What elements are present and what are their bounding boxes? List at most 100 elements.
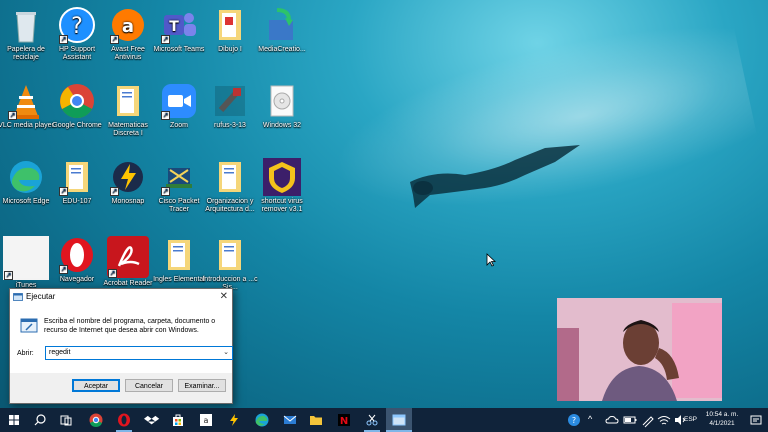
acrobat-icon: ↗ bbox=[107, 236, 149, 278]
media-creation-tool-icon bbox=[263, 6, 301, 44]
taskbar: a N ? ^ ESP 10:54 a. m. 4/1/2021 bbox=[0, 408, 768, 432]
open-command-value: regedit bbox=[49, 349, 71, 356]
question-mark-icon: ? ↗ bbox=[58, 6, 96, 44]
svg-text:a: a bbox=[204, 416, 209, 425]
mail-icon[interactable] bbox=[282, 412, 298, 428]
clock[interactable]: 10:54 a. m. 4/1/2021 bbox=[702, 411, 742, 427]
folder-icon bbox=[160, 236, 198, 274]
folder-icon bbox=[211, 158, 249, 196]
shortcut-arrow-icon: ↗ bbox=[161, 35, 170, 44]
recycle-bin-icon bbox=[7, 6, 45, 44]
shortcut-arrow-icon: ↗ bbox=[4, 271, 13, 280]
desktop-icon-label: Organizacion y Arquitectura d... bbox=[205, 198, 255, 213]
svg-text:a: a bbox=[122, 16, 134, 37]
shortcut-arrow-icon: ↗ bbox=[110, 35, 119, 44]
cisco-packet-tracer-icon: ↗ bbox=[160, 158, 198, 196]
chrome-icon[interactable] bbox=[88, 412, 104, 428]
run-dialog-body: Escriba el nombre del programa, carpeta,… bbox=[10, 305, 233, 373]
run-dialog: Ejecutar ✕ Escriba el nombre del program… bbox=[9, 288, 233, 404]
netflix-icon[interactable]: N bbox=[336, 412, 352, 428]
svg-text:?: ? bbox=[572, 416, 576, 425]
shortcut-arrow-icon: ↗ bbox=[8, 111, 17, 120]
monosnap-icon[interactable] bbox=[226, 412, 242, 428]
battery-icon[interactable] bbox=[622, 412, 638, 428]
folder-icon: ↗ bbox=[58, 158, 96, 196]
rufus-icon bbox=[211, 82, 249, 120]
disc-image-icon bbox=[263, 82, 301, 120]
desktop-icon-organizacion[interactable]: Organizacion y Arquitectura d... bbox=[200, 158, 260, 214]
zoom-icon: ↗ bbox=[160, 82, 198, 120]
run-dialog-title: Ejecutar bbox=[26, 292, 56, 301]
open-command-input[interactable]: regedit ⌄ bbox=[45, 346, 233, 360]
close-icon[interactable]: ✕ bbox=[220, 289, 228, 305]
snipping-tool-icon[interactable] bbox=[364, 412, 380, 428]
desktop-icon-label: Windows 32 bbox=[262, 122, 302, 129]
onedrive-icon[interactable] bbox=[604, 412, 620, 428]
desktop-icon-rufus[interactable]: rufus-3-13 bbox=[200, 82, 260, 130]
opera-icon[interactable] bbox=[116, 412, 132, 428]
diver-silhouette bbox=[410, 145, 580, 208]
microsoft-store-icon[interactable] bbox=[170, 412, 186, 428]
mouse-pointer-icon bbox=[486, 253, 496, 267]
desktop-icon-dibujo[interactable]: Dibujo I bbox=[200, 6, 260, 54]
svg-text:N: N bbox=[340, 416, 348, 427]
edge-icon bbox=[7, 158, 45, 196]
help-icon[interactable]: ? bbox=[566, 412, 582, 428]
shortcut-arrow-icon: ↗ bbox=[161, 111, 170, 120]
shortcut-arrow-icon: ↗ bbox=[59, 35, 68, 44]
desktop-icon-label: MediaCreatio... bbox=[258, 46, 306, 53]
desktop-icon-mediacreation[interactable]: MediaCreatio... bbox=[252, 6, 312, 54]
file-explorer-icon[interactable] bbox=[308, 412, 324, 428]
desktop-icon-label: rufus-3-13 bbox=[214, 122, 246, 129]
run-dialog-titlebar[interactable]: Ejecutar ✕ bbox=[10, 289, 232, 305]
run-app-icon bbox=[13, 293, 23, 301]
shortcut-arrow-icon: ↗ bbox=[161, 187, 170, 196]
avast-icon: a ↗ bbox=[109, 6, 147, 44]
dropbox-icon[interactable] bbox=[144, 412, 160, 428]
teams-icon: T ↗ bbox=[160, 6, 198, 44]
run-app-icon bbox=[392, 414, 406, 426]
clock-date: 4/1/2021 bbox=[709, 420, 735, 427]
windows-start-icon[interactable] bbox=[6, 412, 22, 428]
language-indicator[interactable]: ESP bbox=[684, 416, 697, 423]
task-view-icon[interactable] bbox=[58, 412, 74, 428]
desktop-icon-introduccion[interactable]: Introduccion a ...c Sis... bbox=[200, 236, 260, 292]
webcam-overlay bbox=[557, 298, 722, 401]
edge-icon[interactable] bbox=[254, 412, 270, 428]
open-label: Abrir: bbox=[17, 350, 34, 357]
notifications-icon[interactable] bbox=[748, 412, 764, 428]
svg-text:?: ? bbox=[71, 14, 83, 39]
shortcut-arrow-icon: ↗ bbox=[108, 269, 117, 278]
shortcut-arrow-icon: ↗ bbox=[110, 187, 119, 196]
cancel-button[interactable]: Cancelar bbox=[125, 379, 173, 392]
webcam-person-image bbox=[557, 298, 722, 401]
run-dialog-buttons: Aceptar Cancelar Examinar... bbox=[10, 377, 232, 397]
itunes-icon: ↗ bbox=[3, 236, 49, 280]
chevron-down-icon[interactable]: ⌄ bbox=[223, 347, 229, 359]
svg-text:T: T bbox=[169, 19, 179, 35]
desktop-icon-label: shortcut virus remover v3.1 bbox=[261, 198, 303, 213]
shortcut-arrow-icon: ↗ bbox=[59, 265, 68, 274]
wifi-icon[interactable] bbox=[656, 412, 672, 428]
shortcut-arrow-icon: ↗ bbox=[59, 187, 68, 196]
opera-icon: ↗ bbox=[58, 236, 96, 274]
shield-icon bbox=[263, 158, 301, 196]
folder-icon bbox=[109, 82, 147, 120]
vlc-cone-icon: ↗ bbox=[7, 82, 45, 120]
browse-button[interactable]: Examinar... bbox=[178, 379, 226, 392]
run-program-icon bbox=[20, 318, 38, 333]
amazon-icon[interactable]: a bbox=[198, 412, 214, 428]
desktop-icon-label: Dibujo I bbox=[218, 46, 242, 53]
desktop-icon-shortcut-virus-remover[interactable]: shortcut virus remover v3.1 bbox=[252, 158, 312, 214]
desktop-icon-windows32[interactable]: Windows 32 bbox=[252, 82, 312, 130]
folder-icon bbox=[211, 236, 249, 274]
run-taskbar-button[interactable] bbox=[386, 408, 412, 432]
run-dialog-description: Escriba el nombre del programa, carpeta,… bbox=[44, 318, 216, 334]
ok-button[interactable]: Aceptar bbox=[72, 379, 120, 392]
monosnap-icon: ↗ bbox=[109, 158, 147, 196]
pen-icon[interactable] bbox=[640, 412, 656, 428]
chrome-icon bbox=[58, 82, 96, 120]
search-icon[interactable] bbox=[32, 412, 48, 428]
clock-time: 10:54 a. m. bbox=[705, 411, 739, 418]
chevron-up-icon[interactable]: ^ bbox=[588, 414, 592, 424]
